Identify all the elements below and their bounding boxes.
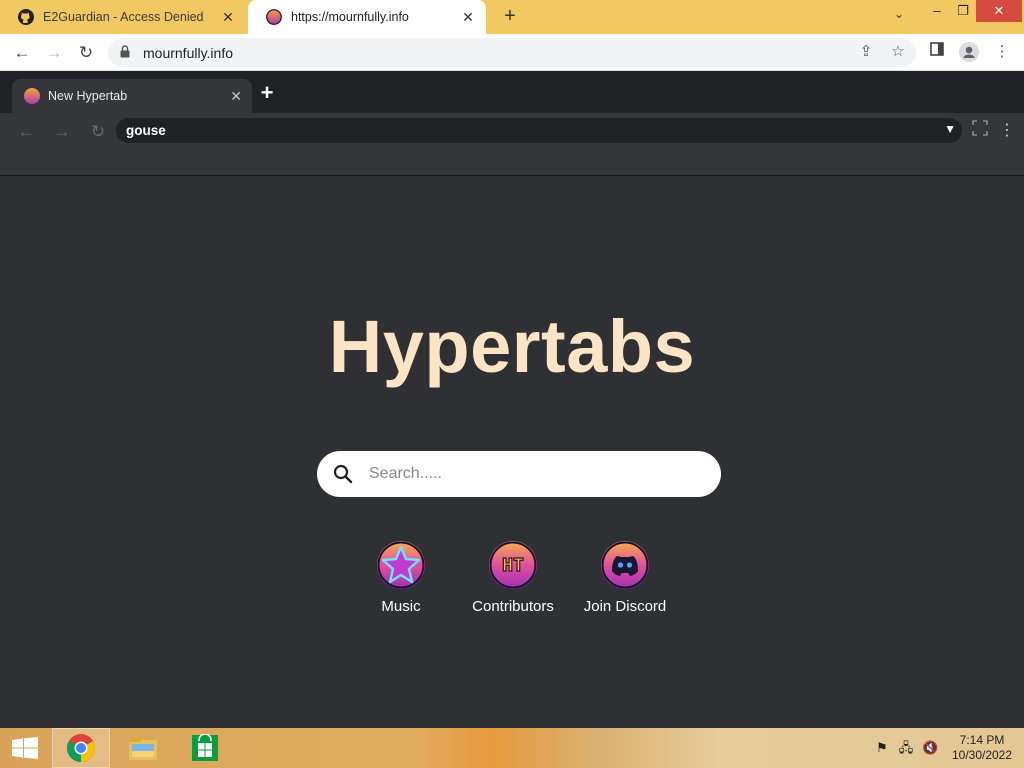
kebab-menu-icon[interactable]: ⋮ [996, 120, 1018, 142]
taskbar-chrome[interactable] [52, 728, 110, 768]
search-input[interactable] [369, 465, 689, 483]
address-text: mournfully.info [143, 44, 234, 61]
github-icon [18, 9, 34, 25]
hypertab-tab-label: New Hypertab [48, 89, 128, 103]
clock-date: 10/30/2022 [951, 748, 1013, 762]
system-clock[interactable]: 7:14 PM 10/30/2022 [944, 733, 1020, 763]
new-hypertab-button[interactable]: + [256, 82, 278, 104]
close-icon[interactable]: ✕ [460, 9, 476, 26]
windows-logo-icon [12, 737, 38, 759]
bookmark-star-icon[interactable]: ☆ [888, 42, 908, 62]
speaker-muted-icon[interactable]: 🔇 [922, 740, 938, 756]
fullscreen-icon[interactable] [969, 120, 991, 142]
shortcut-join-discord[interactable]: Join Discord [569, 541, 681, 615]
window-close-button[interactable]: ✕ [976, 0, 1022, 22]
address-value: gouse [126, 123, 166, 138]
close-icon[interactable]: ✕ [220, 9, 236, 26]
page-title: Hypertabs [328, 305, 696, 388]
svg-text:HT: HT [502, 555, 524, 576]
kebab-menu-icon[interactable]: ⋮ [992, 42, 1012, 62]
chrome-tab-mournfully[interactable]: https://mournfully.info ✕ [248, 0, 486, 34]
text-cursor-icon: I [745, 128, 750, 145]
share-icon[interactable]: ⇪ [856, 42, 876, 62]
new-tab-button[interactable]: + [499, 5, 521, 27]
reload-icon[interactable]: ↻ [86, 120, 110, 144]
search-box[interactable] [317, 451, 721, 497]
chrome-toolbar: ← → ↻ mournfully.info ⇪ ☆ ⋮ [0, 34, 1024, 71]
folder-icon [129, 737, 157, 760]
forward-arrow-icon[interactable]: → [42, 41, 66, 65]
windows-taskbar: ⚑ 🖧 🔇 7:14 PM 10/30/2022 [0, 728, 1024, 768]
taskbar-store[interactable] [176, 728, 234, 768]
hypertabs-favicon [24, 88, 40, 104]
search-icon [333, 464, 353, 484]
shortcut-label: Contributors [472, 598, 554, 615]
shortcut-label: Join Discord [583, 598, 667, 615]
chrome-icon [67, 734, 95, 762]
tab-search-chevron-icon[interactable]: ⌄ [889, 7, 909, 27]
reload-icon[interactable]: ↻ [74, 41, 98, 65]
hypertabs-page: Hypertabs Music HT Contributors Join Dis… [0, 176, 1024, 728]
action-center-flag-icon[interactable]: ⚑ [874, 740, 890, 756]
restore-button[interactable]: ❐ [946, 0, 980, 22]
profile-avatar-icon[interactable] [959, 42, 979, 62]
star-icon [377, 541, 425, 589]
address-bar[interactable]: mournfully.info [108, 38, 916, 67]
start-button[interactable] [0, 728, 50, 768]
chrome-tab-label: https://mournfully.info [291, 10, 409, 24]
lock-icon [120, 44, 134, 61]
close-icon[interactable]: ✕ [230, 88, 242, 105]
forward-arrow-icon[interactable]: → [50, 120, 74, 144]
shortcut-label: Music [381, 598, 421, 615]
discord-icon [601, 541, 649, 589]
hypertabs-address-input[interactable]: gouse ▼ [116, 118, 962, 143]
hypertabs-favicon [266, 9, 282, 25]
hypertabs-tab-bar: New Hypertab ✕ [0, 71, 1024, 113]
store-icon [192, 734, 218, 761]
chrome-tab-strip: E2Guardian - Access Denied ✕ https://mou… [0, 0, 1024, 34]
hypertabs-toolbar: ← → ↻ gouse ▼ ⋮ [0, 113, 1024, 176]
back-arrow-icon[interactable]: ← [14, 120, 38, 144]
dropdown-arrow-icon[interactable]: ▼ [944, 122, 956, 136]
shortcut-contributors[interactable]: HT Contributors [457, 541, 569, 615]
chrome-tab-label: E2Guardian - Access Denied [43, 10, 204, 24]
chrome-tab-e2guardian[interactable]: E2Guardian - Access Denied ✕ [0, 0, 246, 34]
taskbar-file-explorer[interactable] [114, 728, 172, 768]
back-arrow-icon[interactable]: ← [10, 41, 34, 65]
shortcut-music[interactable]: Music [345, 541, 457, 615]
side-panel-icon[interactable] [927, 42, 947, 62]
ht-logo-icon: HT [489, 541, 537, 589]
clock-time: 7:14 PM [959, 733, 1005, 747]
network-icon[interactable]: 🖧 [898, 740, 914, 756]
hypertab-tab[interactable]: New Hypertab ✕ [12, 79, 252, 113]
